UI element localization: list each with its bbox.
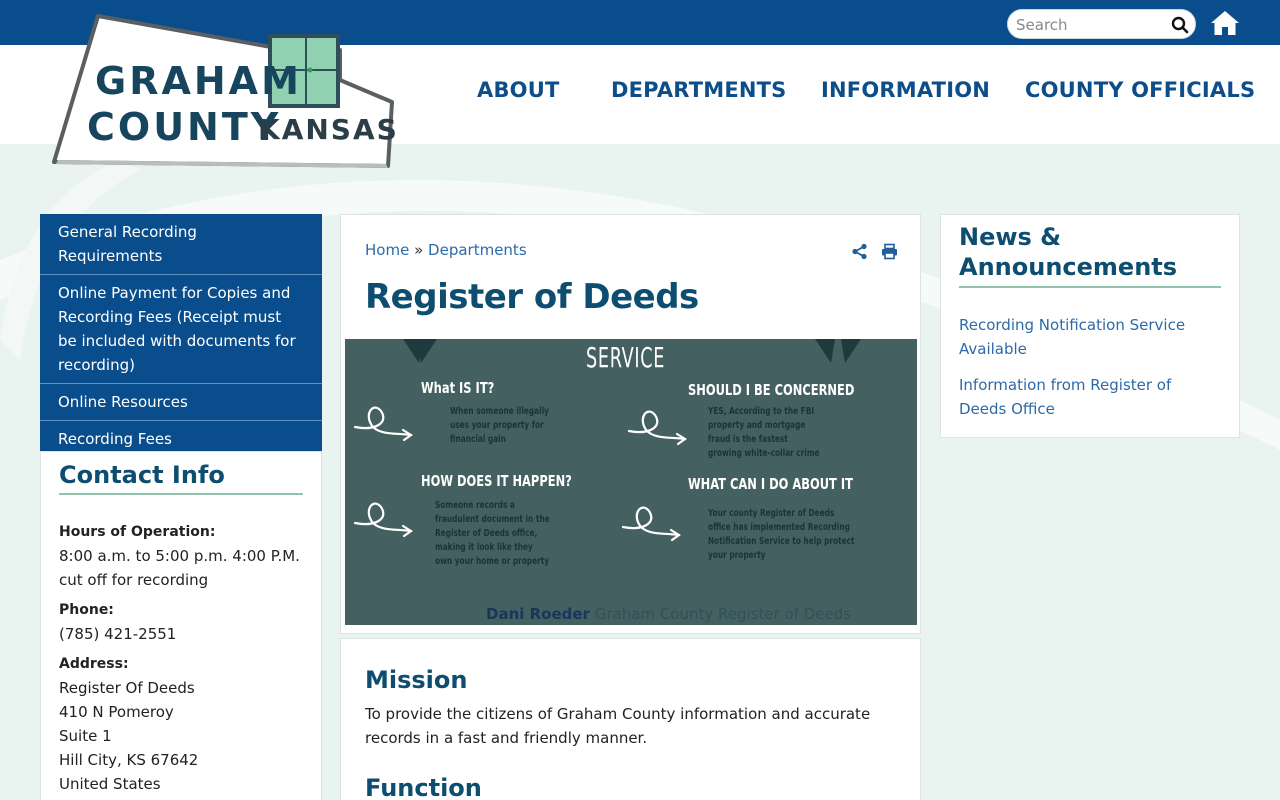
news-title-rule — [959, 286, 1221, 288]
hero-a3-line: Register of Deeds office, — [435, 528, 538, 539]
news-item-recording-notification[interactable]: Recording Notification Service Available — [959, 313, 1219, 361]
hero-a1-line: uses your property for — [450, 420, 544, 431]
hero-q4: WHAT CAN I DO ABOUT IT — [688, 475, 853, 493]
address-line: Hill City, KS 67642 — [59, 751, 199, 769]
hero-a4-line: Notification Service to help protect — [708, 536, 855, 547]
contact-title: Contact Info — [59, 461, 225, 489]
breadcrumb: Home » Departments — [365, 241, 527, 259]
hero-a4-line: office has implemented Recording — [708, 522, 850, 533]
nav-about[interactable]: ABOUT — [477, 78, 560, 102]
hero-q2: SHOULD I BE CONCERNED — [688, 381, 855, 399]
mission-title: Mission — [365, 666, 468, 694]
function-title: Function — [365, 774, 482, 800]
hero-a3-line: own your home or property — [435, 556, 550, 567]
hero-a1-line: financial gain — [450, 434, 506, 445]
breadcrumb-separator: » — [414, 241, 424, 259]
hero-a1-line: When someone illegally — [450, 406, 549, 417]
hero-a2-line: fraud is the fastest — [708, 434, 788, 445]
hero-caption-role: Graham County Register of Deeds — [594, 605, 852, 623]
search-box — [1007, 9, 1196, 39]
hero-top-word: SERVICE — [586, 341, 666, 374]
share-icon[interactable] — [851, 243, 868, 260]
search-input[interactable] — [1016, 14, 1166, 36]
address-line: 410 N Pomeroy — [59, 703, 174, 721]
hero-a3-line: Someone records a — [435, 500, 515, 511]
news-card: News & Announcements Recording Notificat… — [940, 214, 1240, 438]
hero-a3-line: making it look like they — [435, 542, 533, 553]
contact-title-rule — [59, 493, 303, 495]
address-line: Suite 1 — [59, 727, 112, 745]
hero-caption: Dani Roeder Graham County Register of De… — [486, 605, 851, 623]
hero-infographic: SERVICE What IS IT? When someone illegal… — [345, 339, 917, 625]
news-item-register-info[interactable]: Information from Register of Deeds Offic… — [959, 373, 1219, 421]
county-logo[interactable]: GRAHAM COUNTY KANSAS — [50, 10, 400, 170]
logo-word-graham: GRAHAM — [95, 59, 302, 103]
breadcrumb-home[interactable]: Home — [365, 241, 409, 259]
logo-word-county: COUNTY — [87, 105, 282, 149]
home-icon[interactable] — [1209, 8, 1241, 38]
address-line: United States — [59, 775, 161, 793]
print-icon[interactable] — [881, 243, 898, 260]
address-line: Register Of Deeds — [59, 679, 195, 697]
page-title: Register of Deeds — [365, 277, 699, 317]
hero-caption-name: Dani Roeder — [486, 605, 590, 623]
nav-information[interactable]: INFORMATION — [821, 78, 990, 102]
phone-label: Phone: — [59, 602, 114, 618]
hero-q3: HOW DOES IT HAPPEN? — [421, 472, 572, 490]
sidebar-item-online-payment[interactable]: Online Payment for Copies and Recording … — [40, 275, 322, 384]
hours-value: 8:00 a.m. to 5:00 p.m. 4:00 P.M. cut off… — [59, 547, 300, 589]
nav-departments[interactable]: DEPARTMENTS — [611, 78, 787, 102]
hero-a4-line: Your county Register of Deeds — [708, 508, 835, 519]
mission-body: To provide the citizens of Graham County… — [365, 705, 871, 747]
sidebar-item-online-resources[interactable]: Online Resources — [40, 384, 322, 421]
hero-a4-line: your property — [708, 550, 766, 561]
nav-county-officials[interactable]: COUNTY OFFICIALS — [1025, 78, 1255, 102]
phone-value[interactable]: (785) 421-2551 — [59, 622, 309, 646]
hero-a3-line: fraudulent document in the — [435, 514, 550, 525]
hours-label: Hours of Operation: — [59, 524, 216, 540]
news-title: News & Announcements — [959, 223, 1178, 281]
hero-a2-line: property and mortgage — [708, 420, 806, 431]
contact-info-card: Contact Info Hours of Operation: 8:00 a.… — [40, 451, 322, 800]
hero-a2-line: YES, According to the FBI — [708, 406, 815, 417]
hero-a2-line: growing white-collar crime — [708, 448, 820, 459]
sidebar-item-general-recording[interactable]: General Recording Requirements — [40, 214, 322, 275]
hero-q1: What IS IT? — [421, 379, 495, 397]
address-label: Address: — [59, 656, 129, 672]
breadcrumb-departments[interactable]: Departments — [428, 241, 527, 259]
sidebar-menu: General Recording Requirements Online Pa… — [40, 214, 322, 457]
main-content-card: Home » Departments Register of Deeds SER… — [340, 214, 921, 634]
search-icon[interactable] — [1169, 14, 1191, 36]
mission-card: Mission To provide the citizens of Graha… — [340, 638, 921, 800]
logo-word-kansas: KANSAS — [258, 113, 399, 146]
